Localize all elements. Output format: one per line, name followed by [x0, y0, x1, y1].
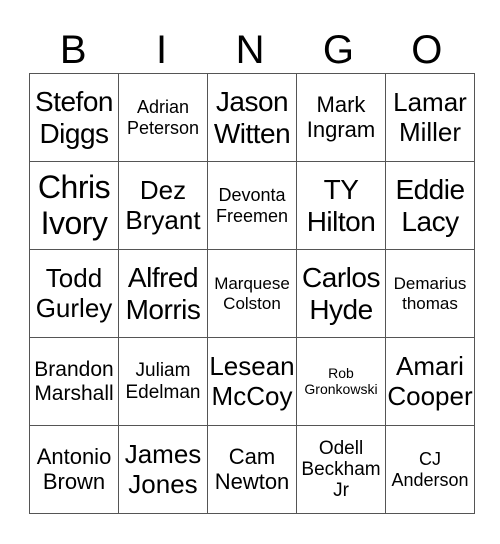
- bingo-row: Stefon Diggs Adrian Peterson Jason Witten Mark…: [29, 73, 475, 162]
- cell-text-line: Anderson: [391, 469, 469, 490]
- bingo-cell[interactable]: Amari Cooper: [385, 337, 475, 426]
- cell-text-line: Gronkowski: [304, 380, 378, 397]
- cell-text-line: Marquese: [214, 274, 290, 294]
- bingo-row: Antonio Brown James Jones Cam Newton Odell Beck…: [29, 425, 475, 514]
- cell-text-line: Todd: [45, 263, 103, 294]
- cell-text-line: Carlos: [302, 262, 380, 294]
- bingo-cell[interactable]: Rob Gronkowski: [296, 337, 386, 426]
- cell-text-line: Demarius: [393, 274, 467, 294]
- bingo-card-grid: Stefon Diggs Adrian Peterson Jason Witten Mark…: [29, 73, 475, 514]
- cell-text-line: Peterson: [126, 117, 200, 138]
- cell-text-line: McCoy: [211, 380, 293, 411]
- cell-text-line: Marshall: [34, 381, 114, 405]
- cell-text-line: CJ: [419, 449, 441, 470]
- cell-text-line: Lacy: [401, 205, 459, 237]
- cell-text-line: Brown: [42, 468, 106, 494]
- bingo-cell[interactable]: Stefon Diggs: [29, 73, 119, 162]
- bingo-cell[interactable]: Lamar Miller: [385, 73, 475, 162]
- cell-text-line: Colston: [223, 293, 281, 313]
- bingo-cell[interactable]: TY Hilton: [296, 161, 386, 250]
- cell-text-line: Hyde: [309, 293, 373, 325]
- bingo-row: Brandon Marshall Juliam Edelman Lesean McCoy R…: [29, 337, 475, 426]
- bingo-cell[interactable]: Lesean McCoy: [207, 337, 297, 426]
- bingo-cell[interactable]: Juliam Edelman: [118, 337, 208, 426]
- cell-text-line: Jason: [215, 86, 289, 118]
- cell-text-line: Juliam: [135, 360, 191, 382]
- cell-text-line: thomas: [402, 293, 458, 313]
- bingo-header: B I N G O: [29, 28, 471, 72]
- header-letter-n: N: [235, 28, 265, 72]
- bingo-cell[interactable]: Dez Bryant: [118, 161, 208, 250]
- bingo-cell[interactable]: Adrian Peterson: [118, 73, 208, 162]
- bingo-row: Todd Gurley Alfred Morris Marquese Colston Car…: [29, 249, 475, 338]
- cell-text-line: Ingram: [306, 116, 376, 142]
- cell-text-line: Miller: [398, 116, 462, 147]
- bingo-row: Chris Ivory Dez Bryant Devonta Freemen TY Hilto…: [29, 161, 475, 250]
- bingo-cell[interactable]: Brandon Marshall: [29, 337, 119, 426]
- bingo-cell[interactable]: Alfred Morris: [118, 249, 208, 338]
- cell-text-line: Ivory: [40, 204, 108, 241]
- cell-text-line: Devonta: [218, 185, 286, 206]
- cell-text-line: Chris: [37, 168, 111, 205]
- bingo-cell[interactable]: Cam Newton: [207, 425, 297, 514]
- cell-text-line: Eddie: [395, 174, 465, 206]
- cell-text-line: Edelman: [125, 381, 201, 403]
- cell-text-line: Odell: [318, 437, 364, 459]
- cell-text-line: Rob: [328, 364, 354, 381]
- cell-text-line: Mark: [316, 91, 366, 117]
- cell-text-line: Adrian: [136, 97, 190, 118]
- bingo-cell[interactable]: Devonta Freemen: [207, 161, 297, 250]
- cell-text-line: Antonio: [36, 443, 112, 469]
- cell-text-line: Newton: [214, 468, 290, 494]
- cell-text-line: Brandon: [34, 357, 114, 381]
- cell-text-line: Jr: [333, 480, 349, 502]
- bingo-cell[interactable]: Carlos Hyde: [296, 249, 386, 338]
- cell-text-line: Morris: [125, 293, 201, 325]
- cell-text-line: James: [124, 439, 202, 470]
- cell-text-line: Cam: [228, 443, 276, 469]
- cell-text-line: Amari: [396, 351, 464, 382]
- cell-text-line: Dez: [139, 175, 187, 206]
- cell-text-line: Beckham: [301, 458, 381, 480]
- bingo-cell[interactable]: James Jones: [118, 425, 208, 514]
- bingo-cell[interactable]: Demarius thomas: [385, 249, 475, 338]
- header-letter-o: O: [411, 28, 443, 72]
- bingo-cell[interactable]: Todd Gurley: [29, 249, 119, 338]
- cell-text-line: Hilton: [306, 205, 376, 237]
- bingo-cell[interactable]: Jason Witten: [207, 73, 297, 162]
- cell-text-line: Bryant: [125, 204, 201, 235]
- header-letter-b: B: [59, 28, 87, 72]
- header-letter-i: I: [156, 28, 168, 72]
- bingo-cell[interactable]: Eddie Lacy: [385, 161, 475, 250]
- bingo-cell[interactable]: Antonio Brown: [29, 425, 119, 514]
- cell-text-line: Freemen: [215, 205, 289, 226]
- bingo-cell[interactable]: Odell Beckham Jr: [296, 425, 386, 514]
- cell-text-line: Witten: [213, 117, 291, 149]
- cell-text-line: Jones: [128, 468, 198, 499]
- cell-text-line: Gurley: [35, 292, 113, 323]
- cell-text-line: Diggs: [39, 117, 109, 149]
- header-letter-g: G: [322, 28, 354, 72]
- bingo-cell[interactable]: Marquese Colston: [207, 249, 297, 338]
- cell-text-line: Lamar: [393, 87, 467, 118]
- bingo-cell[interactable]: Chris Ivory: [29, 161, 119, 250]
- bingo-cell[interactable]: CJ Anderson: [385, 425, 475, 514]
- cell-text-line: Alfred: [127, 262, 199, 294]
- cell-text-line: Stefon: [35, 86, 113, 118]
- cell-text-line: TY: [323, 174, 359, 206]
- cell-text-line: Cooper: [387, 380, 473, 411]
- cell-text-line: Lesean: [209, 351, 295, 382]
- bingo-cell[interactable]: Mark Ingram: [296, 73, 386, 162]
